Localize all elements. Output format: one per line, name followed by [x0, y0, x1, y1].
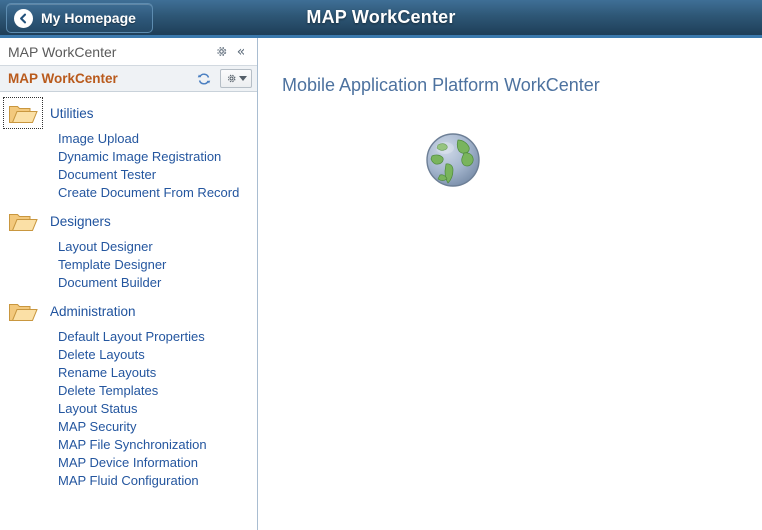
nav-link[interactable]: Rename Layouts — [58, 365, 156, 380]
nav-link[interactable]: MAP File Synchronization — [58, 437, 207, 452]
sidebar-group-header: MAP WorkCenter — [0, 66, 257, 92]
list-item: Delete Layouts — [0, 346, 257, 364]
nav-folder-row[interactable]: Administration — [0, 294, 257, 328]
nav-link[interactable]: Default Layout Properties — [58, 329, 205, 344]
gear-dropdown-icon[interactable] — [220, 69, 252, 88]
sidebar: MAP WorkCenter « MAP WorkCenter Utilitie… — [0, 38, 258, 530]
nav-link[interactable]: MAP Fluid Configuration — [58, 473, 199, 488]
nav-link[interactable]: Dynamic Image Registration — [58, 149, 221, 164]
open-folder-icon — [3, 97, 43, 129]
list-item: Dynamic Image Registration — [0, 148, 257, 166]
list-item: MAP File Synchronization — [0, 436, 257, 454]
double-chevron-left-icon[interactable]: « — [231, 42, 251, 62]
nav-group: Designers Layout Designer Template Designe… — [0, 204, 257, 292]
list-item: MAP Device Information — [0, 454, 257, 472]
nav-link[interactable]: Document Builder — [58, 275, 161, 290]
list-item: Layout Designer — [0, 238, 257, 256]
nav-link[interactable]: Template Designer — [58, 257, 166, 272]
nav-link[interactable]: Layout Designer — [58, 239, 153, 254]
sidebar-pagelet-title: MAP WorkCenter — [8, 43, 117, 60]
collapse-glyph: « — [236, 43, 246, 60]
list-item: Template Designer — [0, 256, 257, 274]
list-item: Document Builder — [0, 274, 257, 292]
app-header: My Homepage MAP WorkCenter — [0, 0, 762, 38]
list-item: Delete Templates — [0, 382, 257, 400]
nav-link[interactable]: Delete Layouts — [58, 347, 145, 362]
main-heading: Mobile Application Platform WorkCenter — [282, 75, 600, 95]
nav-link-list: Default Layout Properties Delete Layouts R… — [0, 328, 257, 490]
list-item: Create Document From Record — [0, 184, 257, 202]
refresh-icon[interactable] — [194, 69, 214, 89]
nav-folder-row[interactable]: Designers — [0, 204, 257, 238]
nav-group: Utilities Image Upload Dynamic Image Regis… — [0, 96, 257, 202]
nav-link[interactable]: MAP Security — [58, 419, 137, 434]
list-item: Layout Status — [0, 400, 257, 418]
list-item: Default Layout Properties — [0, 328, 257, 346]
nav-link[interactable]: Layout Status — [58, 401, 138, 416]
nav-link-list: Layout Designer Template Designer Document… — [0, 238, 257, 292]
nav-link[interactable]: Document Tester — [58, 167, 156, 182]
list-item: Image Upload — [0, 130, 257, 148]
main-content: Mobile Application Platform WorkCenter — [258, 38, 762, 530]
nav-link[interactable]: Image Upload — [58, 131, 139, 146]
gear-icon[interactable] — [211, 42, 231, 62]
page-title: MAP WorkCenter — [306, 7, 456, 27]
nav-group: Administration Default Layout Properties D… — [0, 294, 257, 490]
list-item: Document Tester — [0, 166, 257, 184]
nav-folder-row[interactable]: Utilities — [0, 96, 257, 130]
nav-folder-label[interactable]: Designers — [50, 214, 111, 229]
body-container: MAP WorkCenter « MAP WorkCenter Utilitie… — [0, 38, 762, 530]
sidebar-pagelet-header: MAP WorkCenter « — [0, 38, 257, 66]
open-folder-icon — [4, 206, 42, 236]
sidebar-group-title: MAP WorkCenter — [8, 71, 118, 86]
globe-icon — [424, 131, 482, 189]
list-item: Rename Layouts — [0, 364, 257, 382]
nav-folder-label[interactable]: Utilities — [50, 106, 94, 121]
sidebar-nav-tree: Utilities Image Upload Dynamic Image Regis… — [0, 92, 257, 530]
nav-folder-label[interactable]: Administration — [50, 304, 136, 319]
nav-link[interactable]: Create Document From Record — [58, 185, 239, 200]
chevron-down-icon — [238, 76, 247, 81]
list-item: MAP Fluid Configuration — [0, 472, 257, 490]
nav-link[interactable]: MAP Device Information — [58, 455, 198, 470]
nav-link[interactable]: Delete Templates — [58, 383, 158, 398]
list-item: MAP Security — [0, 418, 257, 436]
open-folder-icon — [4, 296, 42, 326]
nav-link-list: Image Upload Dynamic Image Registration Do… — [0, 130, 257, 202]
